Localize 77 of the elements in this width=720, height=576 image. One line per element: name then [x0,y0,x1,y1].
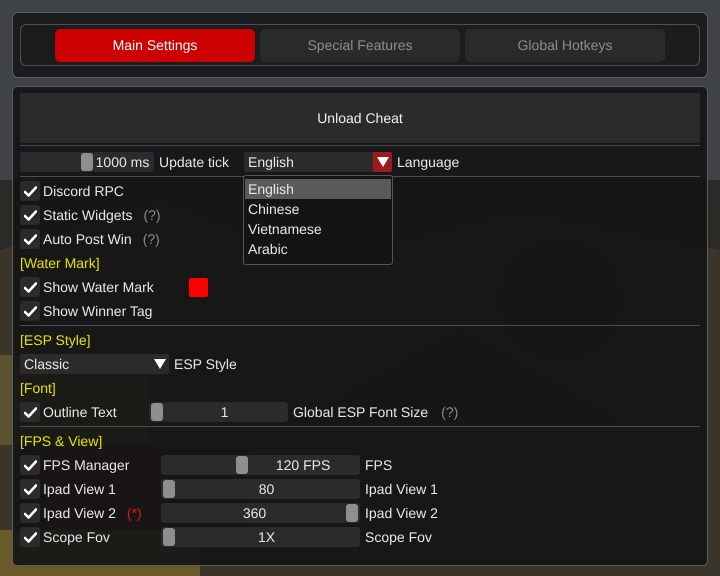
help-marker[interactable]: (?) [441,404,458,420]
checkbox[interactable] [20,301,40,321]
checkbox[interactable] [20,503,40,523]
check-icon [24,532,36,542]
checkbox[interactable] [20,455,40,475]
help-marker[interactable]: (?) [143,207,161,223]
slider-thumb[interactable] [81,153,93,171]
slider-thumb[interactable] [236,456,248,474]
check-icon [24,406,36,418]
setting-label: Update tick [159,154,230,170]
slider-value: 1X [258,529,276,545]
required-marker: (*) [126,505,142,521]
caret-icon [376,157,388,167]
section-heading: [FPS & View] [20,433,102,449]
slider-thumb[interactable] [163,480,175,498]
tab[interactable]: Special Features [260,28,460,62]
checkbox-label: FPS Manager [43,457,130,473]
checkbox[interactable] [20,402,40,422]
tab[interactable]: Main Settings [55,28,255,62]
caret-icon [154,359,166,369]
checkbox[interactable] [20,205,40,225]
section-heading: [Font] [20,380,56,396]
help-marker[interactable]: (?) [142,231,160,247]
slider-value: 360 [242,505,266,521]
setting-label: Scope Fov [365,529,432,545]
checkbox-label: Ipad View 2 [43,505,116,521]
checkbox-label: Ipad View 1 [43,481,116,497]
tab[interactable]: Global Hotkeys [465,28,665,62]
setting-label: ESP Style [174,356,237,372]
checkbox-label: Auto Post Win [43,231,132,247]
slider-thumb[interactable] [163,528,175,546]
check-icon [24,306,36,316]
slider-thumb[interactable] [346,504,358,522]
checkbox-label: Show Water Mark [43,279,154,295]
slider[interactable]: 1 [149,402,288,422]
section-heading: [ESP Style] [20,332,91,348]
checkbox-label: Static Widgets [43,207,132,223]
check-icon [24,282,36,292]
dropdown-option[interactable]: English [245,179,391,199]
dropdown[interactable]: Classic [20,354,169,374]
dropdown-option[interactable]: Vietnamese [245,219,391,239]
slider-value: 120 FPS [276,457,330,473]
setting-label: Ipad View 1 [365,481,438,497]
dropdown-option[interactable]: Arabic [245,239,391,259]
slider[interactable]: 80 [161,479,360,499]
check-icon [24,234,36,244]
check-icon [24,460,36,470]
slider[interactable]: 120 FPS [161,455,360,475]
setting-label: Language [397,154,460,170]
section-heading: [Water Mark] [20,255,100,271]
check-icon [24,186,36,196]
slider[interactable]: 1X [161,527,360,547]
setting-label: Ipad View 2 [365,505,438,521]
unload-button[interactable]: Unload Cheat [20,93,700,143]
check-icon [24,508,36,518]
setting-label: Global ESP Font Size [293,404,428,420]
checkbox-label: Discord RPC [43,183,124,199]
color-swatch[interactable] [188,278,208,296]
dropdown[interactable]: English [244,152,392,172]
slider[interactable]: 1000 ms [20,152,154,172]
checkbox-label: Outline Text [43,404,117,420]
slider-value: 80 [258,481,274,497]
setting-label: FPS [365,457,392,473]
dropdown-option[interactable]: Chinese [245,199,391,219]
checkbox-label: Show Winner Tag [43,303,152,319]
checkbox[interactable] [20,229,40,249]
slider-value: 1 [220,404,228,420]
slider-thumb[interactable] [151,403,163,421]
check-icon [24,484,36,494]
checkbox[interactable] [20,479,40,499]
checkbox[interactable] [20,181,40,201]
slider[interactable]: 360 [161,503,360,523]
slider-value: 1000 ms [96,154,150,170]
checkbox-label: Scope Fov [43,529,110,545]
check-icon [24,210,36,220]
checkbox[interactable] [20,527,40,547]
checkbox[interactable] [20,277,40,297]
